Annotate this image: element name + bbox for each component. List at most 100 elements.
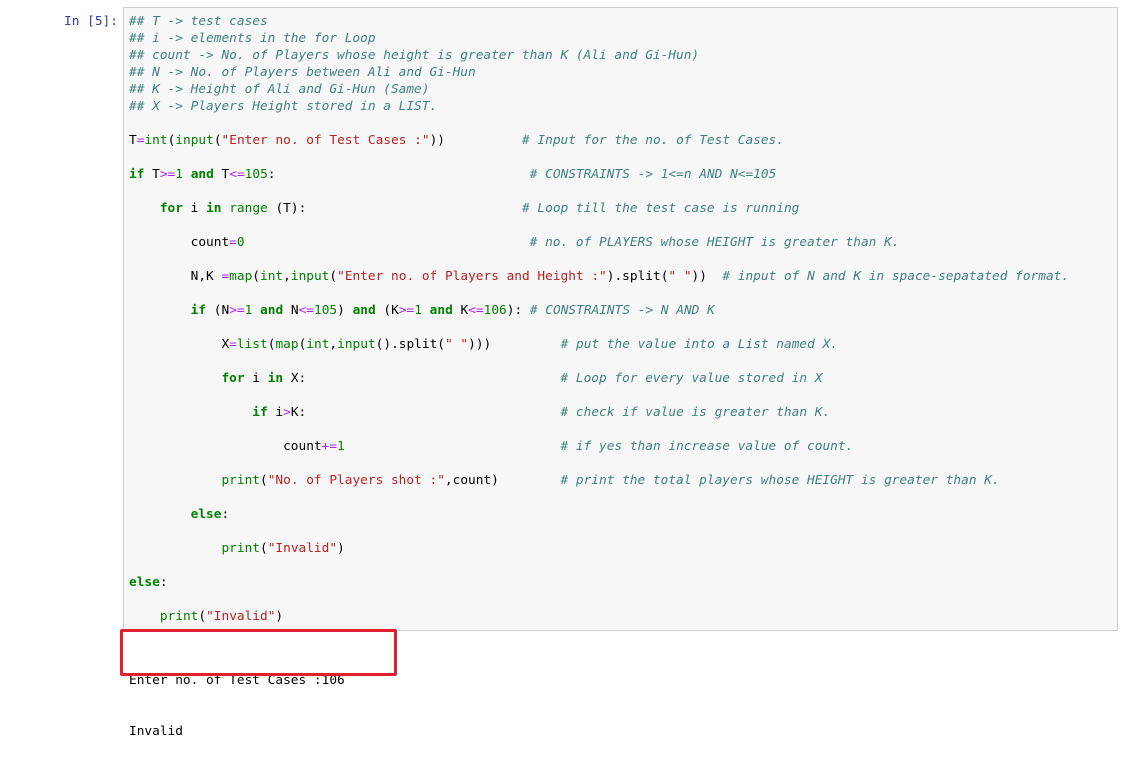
number-token: 1 <box>337 439 345 454</box>
comment-token: ## K -> Height of Ali and Gi-Hun (Same) <box>129 82 430 97</box>
operator-token: >= <box>398 303 415 318</box>
keyword-token: for <box>159 201 183 216</box>
operator-token: = <box>229 235 237 250</box>
builtin-token: input <box>290 269 330 284</box>
comment-token: ## X -> Players Height stored in a LIST. <box>129 99 438 114</box>
number-token: 106 <box>483 303 507 318</box>
code-line: T=int(input("Enter no. of Test Cases :")… <box>129 132 1069 149</box>
code-token: )) <box>429 133 523 148</box>
builtin-token: input <box>175 133 214 148</box>
keyword-token: and <box>429 303 453 318</box>
code-token: ).split( <box>606 269 669 284</box>
string-token: "Invalid" <box>206 609 276 624</box>
number-token: 0 <box>236 235 245 250</box>
code-token: T <box>144 167 160 182</box>
operator-token: = <box>229 337 237 352</box>
code-token: N <box>283 303 299 318</box>
keyword-token: if <box>190 303 207 318</box>
code-token: i <box>267 405 284 420</box>
number-token: 105 <box>244 167 268 182</box>
code-line: count+=1 # if yes than increase value of… <box>129 438 1069 455</box>
comment-token: ## i -> elements in the for Loop <box>129 31 376 46</box>
operator-token: += <box>321 439 338 454</box>
keyword-token: in <box>267 371 284 386</box>
code-token: , <box>283 269 291 284</box>
builtin-token: map <box>275 337 299 352</box>
code-line: print("No. of Players shot :",count) # p… <box>129 472 1069 489</box>
keyword-token: and <box>260 303 284 318</box>
string-token: " " <box>668 269 692 284</box>
code-line: if T>=1 and T<=105: # CONSTRAINTS -> 1<=… <box>129 166 1069 183</box>
code-token: ) <box>337 541 345 556</box>
code-token: i <box>244 371 268 386</box>
builtin-token: print <box>221 473 260 488</box>
code-token: ( <box>213 133 222 148</box>
code-token: ,count) <box>444 473 561 488</box>
code-token: K <box>452 303 469 318</box>
code-token: ( <box>259 473 268 488</box>
operator-token: >= <box>229 303 245 318</box>
code-token: ) <box>337 303 353 318</box>
comment-token: # CONSTRAINTS -> 1<=n AND N<=105 <box>529 167 777 182</box>
code-token: : <box>267 167 530 182</box>
code-cell-input[interactable]: ## T -> test cases ## i -> elements in th… <box>123 7 1118 631</box>
code-token: )) <box>691 269 723 284</box>
cell-prompt: In [5]: <box>64 14 118 29</box>
code-token: ().split( <box>375 337 445 352</box>
code-line: else: <box>129 506 1069 523</box>
comment-token: # print the total players whose HEIGHT i… <box>560 473 1000 488</box>
builtin-token: range <box>229 201 268 216</box>
code-line: for i in range (T): # Loop till the test… <box>129 200 1069 217</box>
number-token: 105 <box>314 303 338 318</box>
keyword-token: if <box>129 167 145 182</box>
code-editor[interactable]: ## T -> test cases ## i -> elements in th… <box>129 13 1069 625</box>
number-token: 1 <box>414 303 422 318</box>
builtin-token: print <box>221 541 260 556</box>
builtin-token: int <box>144 133 168 148</box>
code-line: else: <box>129 574 1069 591</box>
operator-token: <= <box>229 167 245 182</box>
string-token: "No. of Players shot :" <box>267 473 445 488</box>
builtin-token: int <box>260 269 284 284</box>
keyword-token: in <box>206 201 222 216</box>
code-line: print("Invalid") <box>129 608 1069 625</box>
output-line-result: Invalid <box>129 724 183 739</box>
comment-token: # check if value is greater than K. <box>560 405 831 420</box>
code-token: T <box>213 167 230 182</box>
code-token: ( <box>329 269 338 284</box>
keyword-token: else <box>190 507 222 522</box>
code-token: (K <box>375 303 399 318</box>
code-token: K: <box>290 405 561 420</box>
code-token: count <box>129 235 230 250</box>
builtin-token: list <box>236 337 268 352</box>
comment-token: ## T -> test cases <box>129 14 268 29</box>
code-token: N,K <box>129 269 222 284</box>
code-line: ## N -> No. of Players between Ali and G… <box>129 64 1069 81</box>
builtin-token: int <box>306 337 330 352</box>
code-token: ): <box>506 303 530 318</box>
comment-token: # CONSTRAINTS -> N AND K <box>529 303 715 318</box>
keyword-token: and <box>352 303 376 318</box>
code-token: X <box>129 337 230 352</box>
code-token: : <box>159 575 168 590</box>
code-line: count=0 # no. of PLAYERS whose HEIGHT is… <box>129 234 1069 251</box>
